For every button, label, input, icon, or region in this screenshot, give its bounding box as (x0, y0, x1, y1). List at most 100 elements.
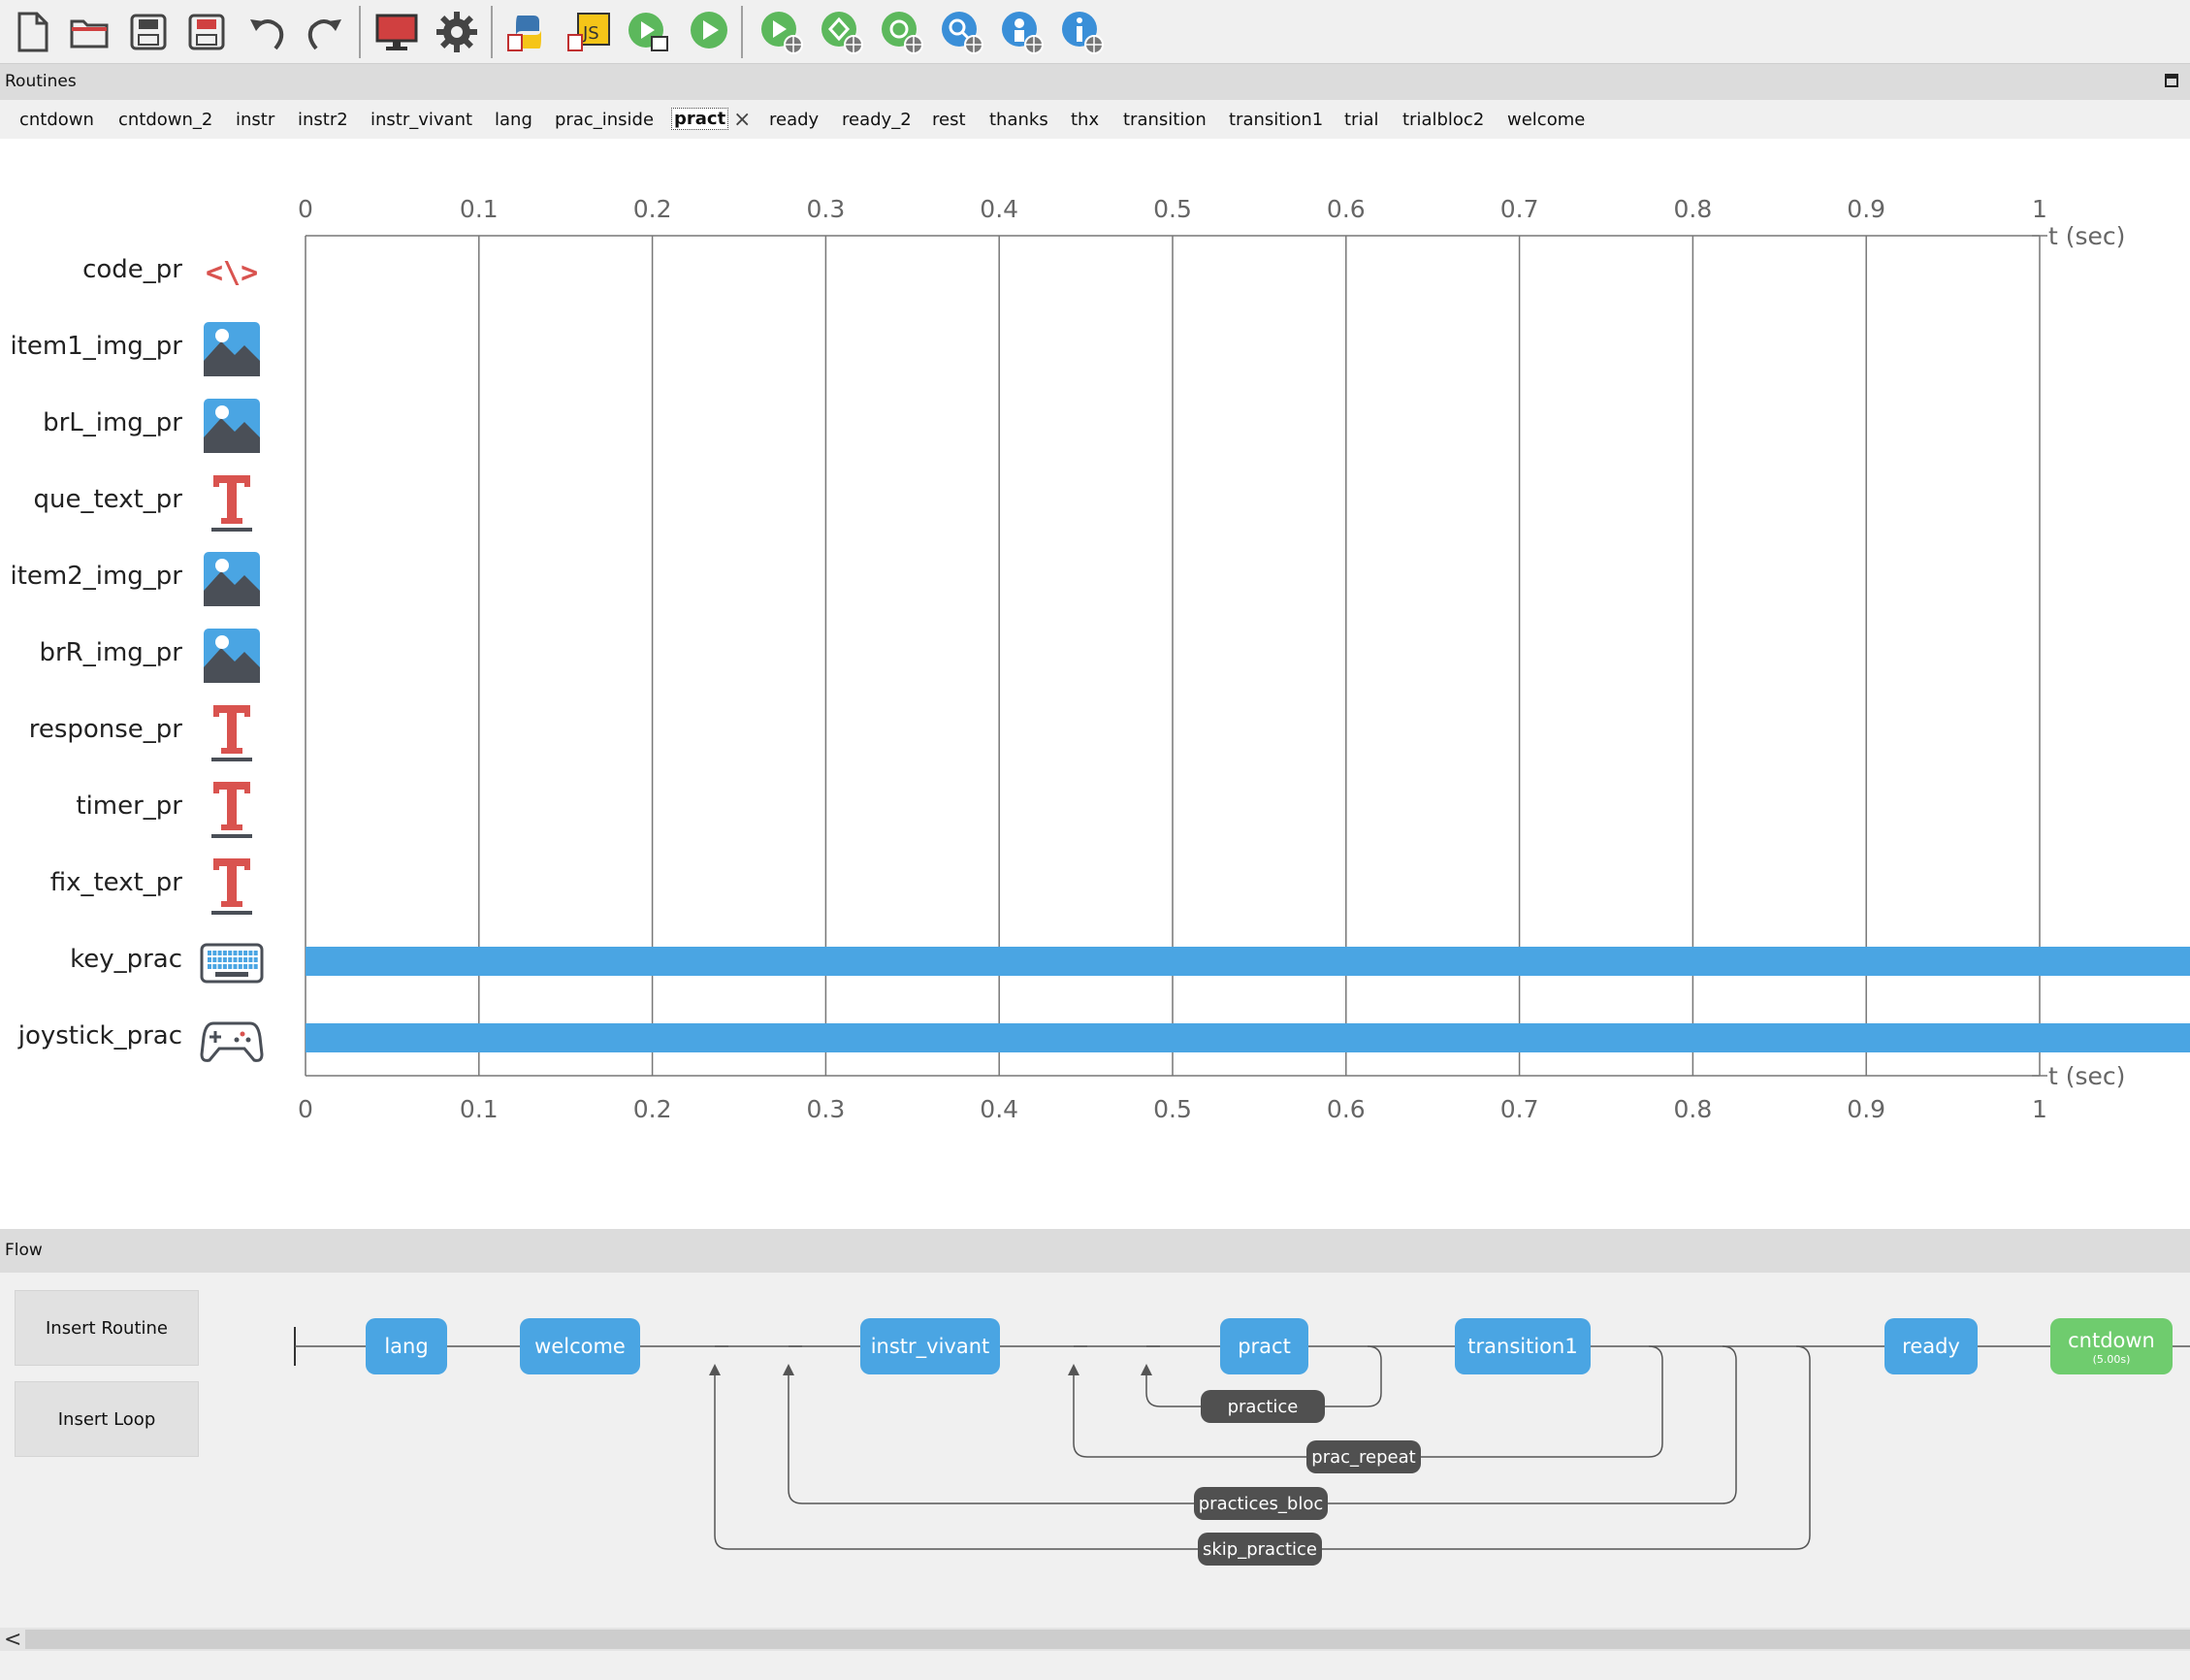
tab-thx[interactable]: thx (1071, 110, 1099, 130)
image-icon[interactable] (200, 546, 264, 610)
top-axis-tick-label: 0.8 (1673, 195, 1713, 223)
save-as-icon (188, 14, 225, 50)
flow-loop-practices-bloc[interactable]: practices_bloc (1194, 1487, 1328, 1520)
component-label-item2-img-pr[interactable]: item2_img_pr (10, 562, 182, 591)
redo-icon (307, 19, 341, 50)
tab-instr2[interactable]: instr2 (298, 110, 348, 130)
text-icon[interactable] (200, 469, 264, 533)
new-file-icon (17, 12, 48, 52)
undo-button[interactable] (242, 8, 291, 56)
gamepad-icon[interactable] (200, 1006, 264, 1070)
toolbar-separator (491, 6, 493, 58)
component-label-timer-pr[interactable]: timer_pr (76, 792, 182, 821)
compile-python-button[interactable] (504, 8, 553, 56)
text-icon[interactable] (200, 699, 264, 763)
flow-routine-lang[interactable]: lang (366, 1318, 447, 1374)
toolbar-separator (359, 6, 361, 58)
component-duration-bar[interactable] (306, 1023, 2190, 1052)
bottom-axis-tick-label: 0.1 (459, 1095, 499, 1123)
scroll-left-arrow-icon[interactable]: < (4, 1628, 21, 1652)
tab-trial[interactable]: trial (1344, 110, 1379, 130)
tab-rest[interactable]: rest (932, 110, 966, 130)
run-experiment-button[interactable] (685, 8, 733, 56)
tab-instr[interactable]: instr (236, 110, 274, 130)
experiment-settings-gear-button[interactable] (433, 8, 481, 56)
flow-routine-transition1[interactable]: transition1 (1455, 1318, 1591, 1374)
tab-transition[interactable]: transition (1123, 110, 1207, 130)
insert-routine-button[interactable]: Insert Routine (15, 1290, 199, 1366)
top-axis-tick-label: 0.3 (806, 195, 846, 223)
flow-routine-instr-vivant[interactable]: instr_vivant (860, 1318, 1000, 1374)
search-online-icon (942, 12, 983, 54)
sync-online-button[interactable] (817, 8, 865, 56)
keyboard-icon[interactable] (200, 929, 264, 993)
undock-panel-icon[interactable] (2165, 74, 2178, 87)
open-folder-button[interactable] (66, 8, 114, 56)
flow-routine-welcome[interactable]: welcome (520, 1318, 640, 1374)
flow-loop-skip-practice[interactable]: skip_practice (1198, 1533, 1322, 1566)
tab-thanks[interactable]: thanks (989, 110, 1048, 130)
flow-routine-ready[interactable]: ready (1884, 1318, 1978, 1374)
image-icon[interactable] (200, 393, 264, 457)
project-online-button[interactable] (877, 8, 925, 56)
search-online-button[interactable] (937, 8, 985, 56)
user-online-button[interactable] (997, 8, 1046, 56)
flow-routine-pract[interactable]: pract (1220, 1318, 1308, 1374)
image-icon[interactable] (200, 316, 264, 380)
component-label-brR-img-pr[interactable]: brR_img_pr (39, 638, 182, 667)
bottom-axis-tick-label: 0 (298, 1095, 313, 1123)
flow-routine-label: transition1 (1467, 1335, 1578, 1358)
component-duration-bar[interactable] (306, 947, 2190, 976)
routine-timeline-canvas: 0 0 0.1 0.1 0.2 0.2 0.3 0.3 0.4 0.4 0.5 0.5 0.6 0.6 0.… (0, 139, 2190, 1229)
redo-button[interactable] (301, 8, 349, 56)
info-online-button[interactable] (1057, 8, 1106, 56)
component-label-que-text-pr[interactable]: que_text_pr (34, 485, 183, 514)
tab-prac-inside[interactable]: prac_inside (555, 110, 654, 130)
loop-arrow-icon (709, 1364, 721, 1375)
flow-routine-label: lang (384, 1335, 429, 1358)
flow-routine-cntdown[interactable]: cntdown (5.00s) (2050, 1318, 2173, 1374)
new-file-button[interactable] (8, 8, 56, 56)
open-folder-icon (70, 19, 109, 48)
component-label-fix-text-pr[interactable]: fix_text_pr (50, 868, 182, 897)
tab-cntdown-2[interactable]: cntdown_2 (118, 110, 212, 130)
monitor-settings-button[interactable] (372, 8, 421, 56)
pilot-online-icon (761, 12, 803, 54)
tab-transition1[interactable]: transition1 (1229, 110, 1323, 130)
insert-loop-button[interactable]: Insert Loop (15, 1381, 199, 1457)
tab-welcome[interactable]: welcome (1507, 110, 1585, 130)
flow-horizontal-scrollbar[interactable]: < (0, 1628, 2190, 1652)
toolbar-separator (741, 6, 743, 58)
compile-python-icon (507, 16, 541, 51)
component-label-joystick-prac[interactable]: joystick_prac (18, 1021, 182, 1050)
close-tab-icon[interactable]: × (733, 110, 751, 131)
pilot-online-button[interactable] (757, 8, 805, 56)
text-icon[interactable] (200, 776, 264, 840)
tab-trialbloc2[interactable]: trialbloc2 (1402, 110, 1484, 130)
component-label-code-pr[interactable]: code_pr (82, 255, 182, 284)
component-label-item1-img-pr[interactable]: item1_img_pr (10, 332, 182, 361)
tab-instr-vivant[interactable]: instr_vivant (370, 110, 472, 130)
text-icon[interactable] (200, 853, 264, 917)
code-icon[interactable]: <\> (200, 240, 264, 304)
loop-arrow-icon (783, 1364, 794, 1375)
flow-loop-prac-repeat[interactable]: prac_repeat (1306, 1440, 1421, 1473)
component-label-response-pr[interactable]: response_pr (29, 715, 182, 744)
save-as-button[interactable] (182, 8, 231, 56)
save-button[interactable] (124, 8, 173, 56)
flow-loop-practice[interactable]: practice (1201, 1390, 1325, 1423)
tab-ready[interactable]: ready (769, 110, 819, 130)
component-label-brL-img-pr[interactable]: brL_img_pr (43, 408, 182, 437)
tab-ready-2[interactable]: ready_2 (842, 110, 912, 130)
component-label-key-prac[interactable]: key_prac (70, 945, 182, 974)
tab-cntdown[interactable]: cntdown (19, 110, 94, 130)
tab-pract[interactable]: pract (671, 108, 729, 130)
compile-js-button[interactable]: JS (564, 8, 613, 56)
tab-lang[interactable]: lang (495, 110, 532, 130)
image-icon[interactable] (200, 623, 264, 687)
top-axis-tick-label: 0.6 (1326, 195, 1366, 223)
flow-routine-label: ready (1902, 1335, 1960, 1358)
run-script-button[interactable] (625, 8, 673, 56)
scrollbar-thumb[interactable] (25, 1630, 2190, 1649)
bottom-axis-tick-label: 0.6 (1326, 1095, 1366, 1123)
